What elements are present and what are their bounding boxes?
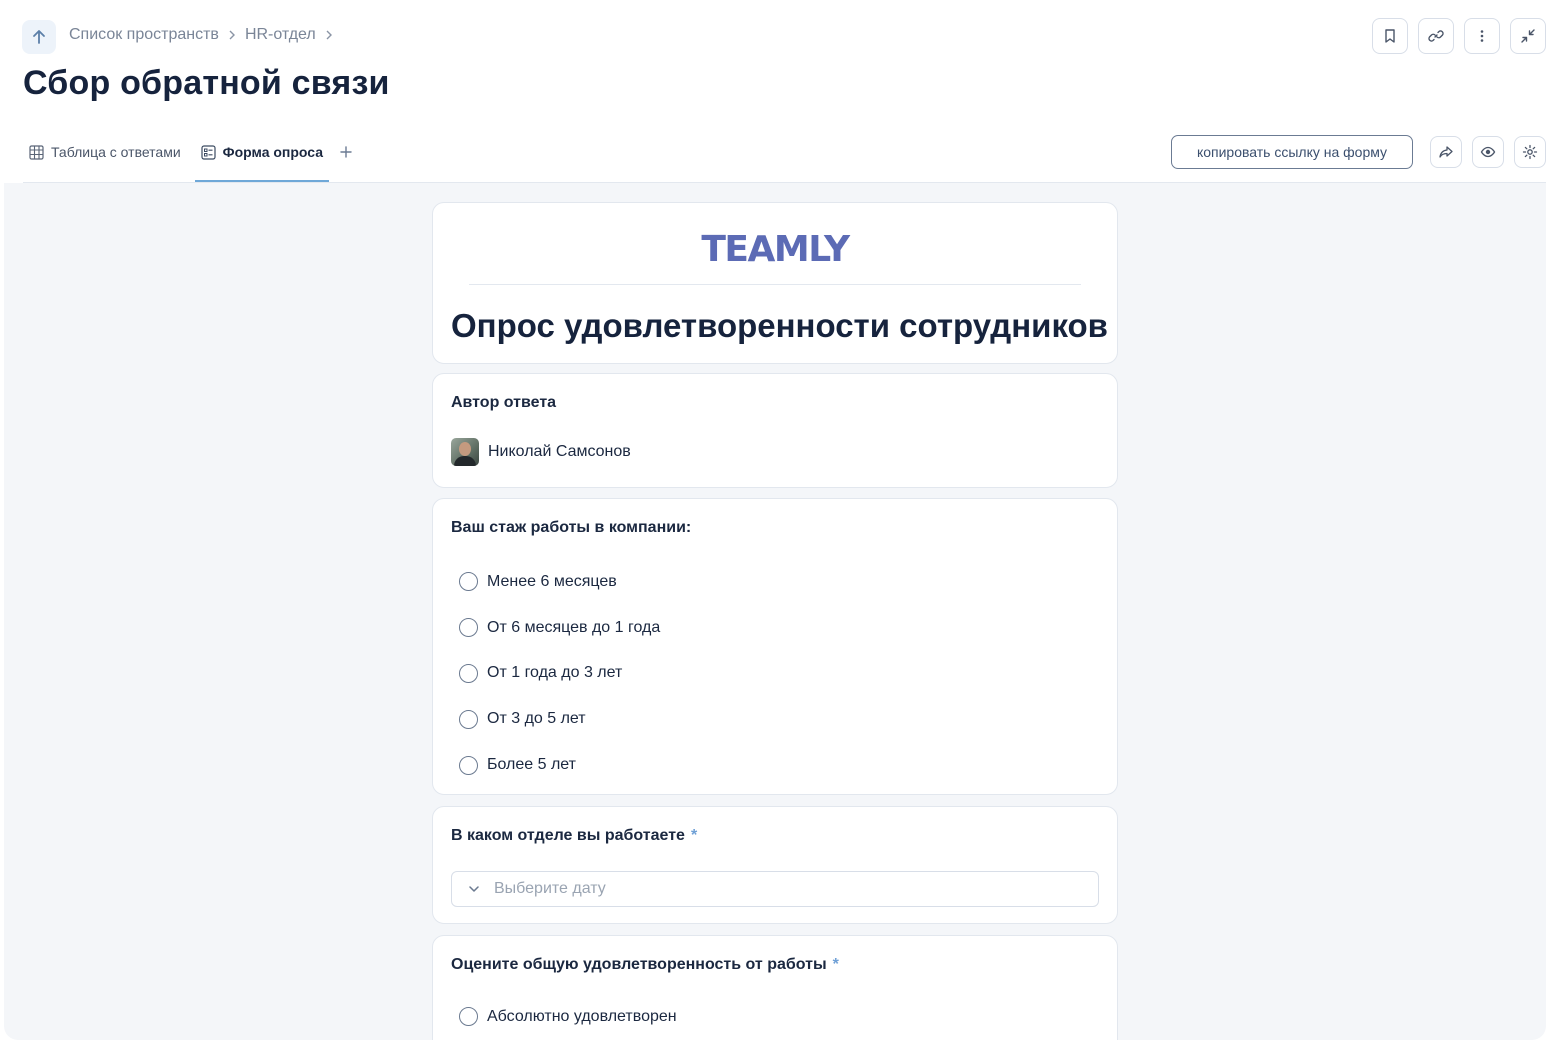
divider bbox=[469, 284, 1081, 285]
radio-option[interactable]: От 3 до 5 лет bbox=[459, 696, 660, 742]
radio-button[interactable] bbox=[459, 1007, 478, 1027]
link-icon bbox=[1428, 30, 1444, 42]
question-department-card: В каком отделе вы работаете * Выберите да… bbox=[432, 806, 1118, 924]
form-canvas: TEAMLY Опрос удовлетворенности сотрудник… bbox=[4, 183, 1546, 1040]
collapse-icon bbox=[1521, 29, 1535, 43]
question-title: Оцените общую удовлетворенность от работ… bbox=[451, 956, 839, 974]
question-title-text: Оцените общую удовлетворенность от работ… bbox=[451, 956, 827, 973]
radio-button[interactable] bbox=[459, 663, 478, 683]
share-icon bbox=[1439, 146, 1453, 158]
arrow-up-icon bbox=[33, 30, 45, 44]
chevron-right-icon bbox=[324, 30, 334, 40]
share-button[interactable] bbox=[1430, 136, 1462, 168]
radio-option[interactable]: Абсолютно удовлетворен bbox=[459, 994, 677, 1040]
preview-button[interactable] bbox=[1472, 136, 1504, 168]
breadcrumb-hr-department[interactable]: HR-отдел bbox=[245, 26, 316, 44]
page-title: Сбор обратной связи bbox=[23, 64, 390, 102]
form-title: Опрос удовлетворенности сотрудников bbox=[451, 307, 1108, 344]
radio-group: Менее 6 месяцев От 6 месяцев до 1 года О… bbox=[459, 559, 660, 788]
form-header-card: TEAMLY Опрос удовлетворенности сотрудник… bbox=[432, 202, 1118, 364]
more-options-button[interactable] bbox=[1464, 18, 1500, 54]
table-icon bbox=[29, 144, 44, 160]
question-tenure-card: Ваш стаж работы в компании: Менее 6 меся… bbox=[432, 498, 1118, 795]
avatar bbox=[451, 438, 479, 466]
radio-option[interactable]: Менее 6 месяцев bbox=[459, 559, 660, 605]
question-title: Ваш стаж работы в компании: bbox=[451, 519, 692, 536]
tab-bar: Таблица с ответами Форма опроса bbox=[23, 132, 353, 182]
radio-button[interactable] bbox=[459, 618, 478, 638]
chevron-down-icon bbox=[469, 886, 479, 892]
chevron-right-icon bbox=[227, 30, 237, 40]
radio-button[interactable] bbox=[459, 709, 478, 729]
bookmark-button[interactable] bbox=[1372, 18, 1408, 54]
gear-icon bbox=[1522, 144, 1538, 160]
tab-label: Таблица с ответами bbox=[51, 144, 181, 160]
radio-group: Абсолютно удовлетворен bbox=[459, 994, 677, 1040]
copy-form-link-button[interactable]: копировать ссылку на форму bbox=[1171, 135, 1413, 169]
option-label: От 6 месяцев до 1 года bbox=[487, 618, 661, 636]
author-name: Николай Самсонов bbox=[488, 443, 631, 460]
form-actions bbox=[1430, 136, 1546, 168]
question-title: В каком отделе вы работаете * bbox=[451, 827, 697, 845]
option-label: От 1 года до 3 лет bbox=[487, 664, 623, 682]
tab-label: Форма опроса bbox=[222, 144, 324, 160]
option-label: Абсолютно удовлетворен bbox=[487, 1007, 677, 1025]
breadcrumb-spaces-list[interactable]: Список пространств bbox=[69, 26, 219, 44]
select-placeholder: Выберите дату bbox=[494, 880, 606, 897]
breadcrumb: Список пространств HR-отдел bbox=[69, 26, 342, 44]
more-vertical-icon bbox=[1480, 30, 1484, 42]
option-label: Менее 6 месяцев bbox=[487, 572, 617, 590]
tab-responses-table[interactable]: Таблица с ответами bbox=[23, 132, 187, 172]
eye-icon bbox=[1480, 146, 1496, 158]
plus-icon bbox=[340, 146, 352, 158]
radio-option[interactable]: От 1 года до 3 лет bbox=[459, 651, 660, 697]
collapse-button[interactable] bbox=[1510, 18, 1546, 54]
required-mark: * bbox=[690, 827, 698, 844]
radio-option[interactable]: От 6 месяцев до 1 года bbox=[459, 605, 660, 651]
settings-button[interactable] bbox=[1514, 136, 1546, 168]
top-bar: Список пространств HR-отдел Сбор обратно… bbox=[0, 0, 1564, 182]
radio-button[interactable] bbox=[459, 572, 478, 592]
author: Николай Самсонов bbox=[451, 438, 631, 466]
question-title-text: В каком отделе вы работаете bbox=[451, 827, 685, 844]
required-mark: * bbox=[832, 956, 839, 973]
add-tab-button[interactable] bbox=[339, 132, 353, 172]
top-actions bbox=[1372, 18, 1546, 54]
teamly-logo: TEAMLY bbox=[701, 229, 850, 270]
department-select[interactable]: Выберите дату bbox=[451, 871, 1099, 907]
radio-option[interactable]: Более 5 лет bbox=[459, 742, 660, 788]
question-satisfaction-card: Оцените общую удовлетворенность от работ… bbox=[432, 935, 1118, 1040]
option-label: От 3 до 5 лет bbox=[487, 710, 586, 728]
option-label: Более 5 лет bbox=[487, 756, 576, 774]
copy-link-icon-button[interactable] bbox=[1418, 18, 1454, 54]
navigate-up-button[interactable] bbox=[22, 20, 56, 54]
bookmark-icon bbox=[1385, 29, 1395, 43]
tab-survey-form[interactable]: Форма опроса bbox=[194, 132, 330, 182]
form-icon bbox=[201, 144, 216, 160]
author-label: Автор ответа bbox=[451, 394, 557, 411]
author-card: Автор ответа Николай Самсонов bbox=[432, 373, 1118, 488]
radio-button[interactable] bbox=[459, 755, 478, 775]
